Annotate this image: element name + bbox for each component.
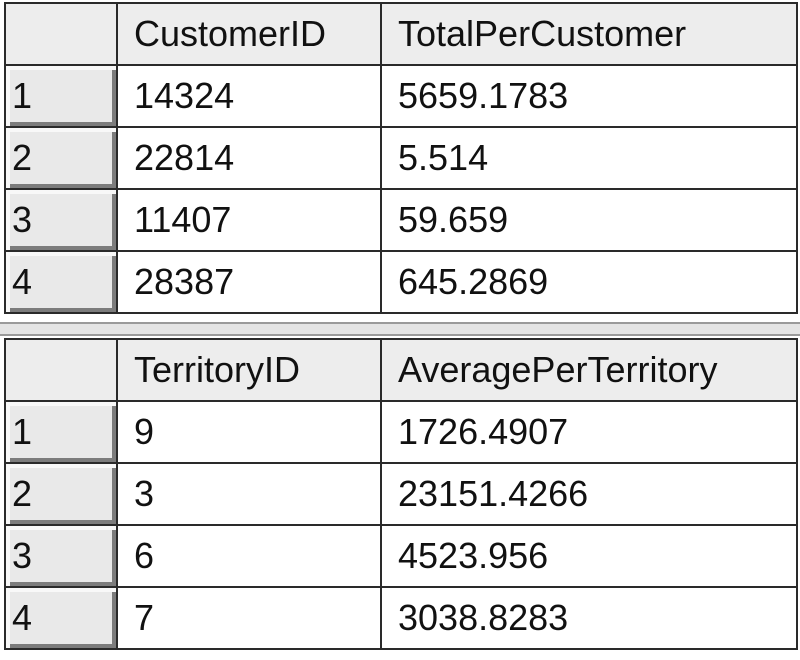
header-row: TerritoryID AveragePerTerritory (4, 338, 798, 402)
row-number[interactable]: 4 (4, 586, 118, 650)
cell-totalpercustomer[interactable]: 5659.1783 (380, 64, 798, 128)
row-number[interactable]: 3 (4, 524, 118, 588)
table-row: 2 22814 5.514 (4, 126, 798, 190)
cell-territoryid[interactable]: 3 (116, 462, 382, 526)
cell-territoryid[interactable]: 7 (116, 586, 382, 650)
cell-totalpercustomer[interactable]: 5.514 (380, 126, 798, 190)
cell-averageperterritory[interactable]: 23151.4266 (380, 462, 798, 526)
table-row: 2 3 23151.4266 (4, 462, 798, 526)
cell-averageperterritory[interactable]: 4523.956 (380, 524, 798, 588)
table-row: 4 7 3038.8283 (4, 586, 798, 650)
cell-customerid[interactable]: 28387 (116, 250, 382, 314)
results-grid-territories: TerritoryID AveragePerTerritory 1 9 1726… (4, 338, 798, 650)
cell-totalpercustomer[interactable]: 645.2869 (380, 250, 798, 314)
select-all-corner[interactable] (4, 2, 118, 66)
table-row: 1 9 1726.4907 (4, 400, 798, 464)
cell-averageperterritory[interactable]: 3038.8283 (380, 586, 798, 650)
results-grid-customers: CustomerID TotalPerCustomer 1 14324 5659… (4, 2, 798, 314)
row-number[interactable]: 4 (4, 250, 118, 314)
select-all-corner[interactable] (4, 338, 118, 402)
table-row: 3 6 4523.956 (4, 524, 798, 588)
row-number[interactable]: 2 (4, 462, 118, 526)
cell-averageperterritory[interactable]: 1726.4907 (380, 400, 798, 464)
row-number[interactable]: 2 (4, 126, 118, 190)
header-row: CustomerID TotalPerCustomer (4, 2, 798, 66)
cell-customerid[interactable]: 11407 (116, 188, 382, 252)
column-header-averageperterritory[interactable]: AveragePerTerritory (380, 338, 798, 402)
row-number[interactable]: 3 (4, 188, 118, 252)
result-splitter[interactable] (0, 322, 800, 336)
cell-totalpercustomer[interactable]: 59.659 (380, 188, 798, 252)
row-number[interactable]: 1 (4, 64, 118, 128)
cell-territoryid[interactable]: 6 (116, 524, 382, 588)
cell-customerid[interactable]: 14324 (116, 64, 382, 128)
row-number[interactable]: 1 (4, 400, 118, 464)
table-row: 4 28387 645.2869 (4, 250, 798, 314)
table-row: 1 14324 5659.1783 (4, 64, 798, 128)
column-header-customerid[interactable]: CustomerID (116, 2, 382, 66)
cell-territoryid[interactable]: 9 (116, 400, 382, 464)
table-row: 3 11407 59.659 (4, 188, 798, 252)
column-header-territoryid[interactable]: TerritoryID (116, 338, 382, 402)
cell-customerid[interactable]: 22814 (116, 126, 382, 190)
column-header-totalpercustomer[interactable]: TotalPerCustomer (380, 2, 798, 66)
